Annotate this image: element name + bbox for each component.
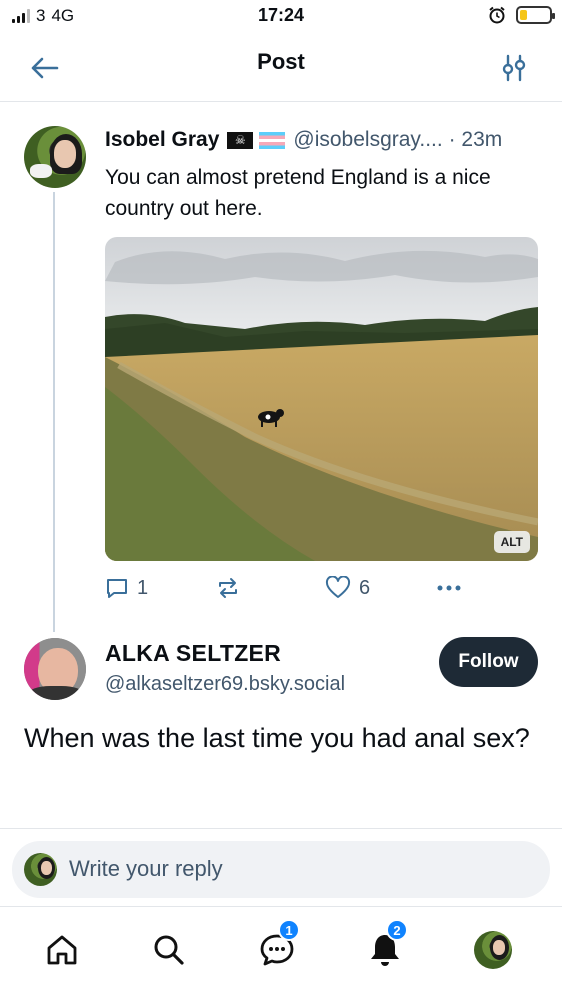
nav-profile[interactable] — [468, 925, 518, 975]
heart-icon — [325, 576, 351, 598]
post-image[interactable]: ALT — [105, 237, 538, 561]
post-actions: 1 6 — [105, 576, 538, 606]
avatar[interactable] — [24, 126, 86, 188]
author-handle[interactable]: @isobelsgray.... — [293, 128, 442, 151]
ellipsis-icon — [437, 585, 461, 591]
transgender-flag-icon — [259, 131, 286, 149]
author-name[interactable]: Isobel Gray — [105, 128, 219, 152]
reply-count: 1 — [137, 576, 149, 599]
like-count: 6 — [359, 576, 371, 599]
thread-settings-button[interactable] — [496, 50, 532, 86]
nav-chat[interactable]: 1 — [252, 919, 302, 975]
pirate-flag-icon: ☠ — [227, 131, 254, 149]
status-right — [488, 6, 555, 24]
reply-action[interactable]: 1 — [105, 576, 148, 600]
post-meta: Isobel Gray ☠ @isobelsgray.... · 23m — [105, 128, 538, 152]
repost-icon — [219, 578, 237, 598]
avatar — [24, 853, 57, 886]
reply-text: When was the last time you had anal sex? — [24, 723, 530, 753]
home-icon — [47, 935, 77, 965]
like-action[interactable]: 6 — [325, 576, 370, 600]
nav-notifications[interactable]: 2 — [360, 919, 410, 975]
reply-input-placeholder[interactable]: Write your reply — [69, 856, 223, 882]
divider — [0, 828, 562, 829]
follow-button[interactable]: Follow — [439, 637, 538, 687]
meta-separator: · — [448, 128, 456, 151]
alt-text-badge[interactable]: ALT — [493, 531, 530, 553]
alarm-clock-icon — [489, 6, 505, 24]
avatar[interactable] — [24, 638, 86, 700]
author-handle-and-time: @isobelsgray.... · 23m — [293, 128, 502, 152]
reply-composer[interactable]: Write your reply — [12, 841, 550, 898]
chat-badge: 1 — [278, 919, 300, 941]
reply-author-name[interactable]: ALKA SELTZER — [105, 640, 281, 667]
status-bar: 3 4G 17:24 — [0, 0, 562, 34]
repost-action[interactable] — [215, 576, 249, 600]
bottom-nav: 1 2 — [0, 907, 562, 1000]
search-icon — [154, 935, 184, 965]
more-options-button[interactable] — [435, 576, 463, 600]
avatar — [474, 931, 512, 969]
header: Post — [0, 34, 562, 102]
nav-search[interactable] — [144, 925, 194, 975]
notifications-badge: 2 — [386, 919, 408, 941]
post-time: 23m — [461, 128, 503, 151]
battery-icon — [516, 6, 555, 24]
field-photo — [105, 237, 538, 561]
page-title: Post — [257, 49, 305, 74]
speech-bubble-icon — [107, 579, 127, 598]
reply-author-handle[interactable]: @alkaseltzer69.bsky.social — [105, 673, 345, 696]
battery-level — [520, 10, 527, 20]
status-time: 17:24 — [257, 5, 305, 25]
sliders-icon — [502, 54, 526, 82]
thread-connector-line — [53, 192, 55, 632]
post-text: You can almost pretend England is a nice… — [105, 166, 491, 220]
nav-home[interactable] — [37, 925, 87, 975]
